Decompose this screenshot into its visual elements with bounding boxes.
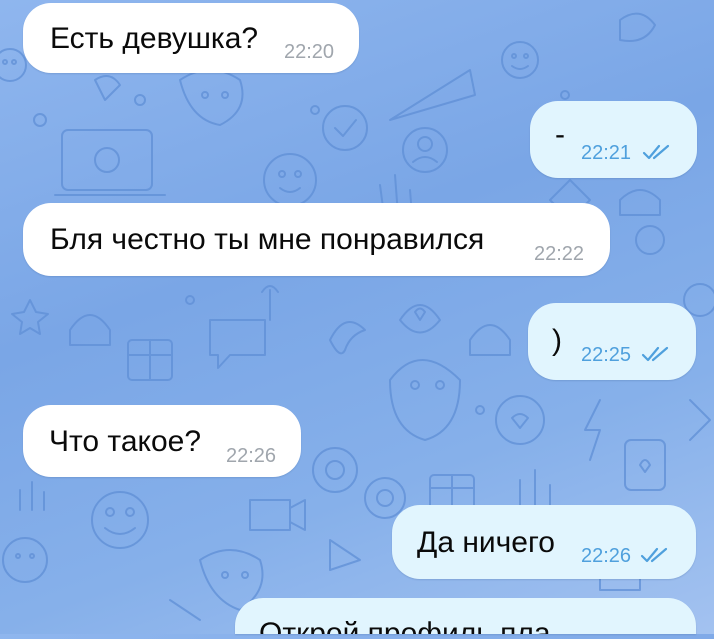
message-text: ) — [552, 324, 562, 357]
message-bubble-incoming[interactable]: Что такое? 22:26 — [23, 405, 301, 477]
message-bubble-outgoing[interactable]: Открой профиль пла — [235, 598, 696, 634]
message-bubble-outgoing[interactable]: ) 22:25 — [528, 303, 696, 380]
read-receipt-icon — [641, 346, 669, 362]
read-receipt-icon — [642, 144, 670, 160]
message-time: 22:20 — [284, 41, 335, 63]
message-bubble-incoming[interactable]: Бля честно ты мне понравился 22:22 — [23, 203, 610, 276]
message-bubble-outgoing[interactable]: - 22:21 — [530, 101, 697, 178]
message-text: Открой профиль пла — [259, 617, 551, 634]
message-text: Бля честно ты мне понравился — [50, 223, 485, 256]
message-text: Что такое? — [49, 425, 202, 458]
message-text: Да ничего — [417, 526, 555, 559]
message-time: 22:26 — [226, 445, 277, 467]
message-bubble-incoming[interactable]: Есть девушка? 22:20 — [23, 3, 359, 73]
message-time: 22:21 — [581, 142, 632, 164]
message-bubble-outgoing[interactable]: Да ничего 22:26 — [392, 505, 696, 579]
read-receipt-icon — [640, 547, 668, 563]
message-text: - — [555, 118, 565, 151]
message-time: 22:25 — [581, 344, 632, 366]
message-text: Есть девушка? — [50, 22, 259, 55]
message-time: 22:22 — [534, 243, 585, 265]
message-time: 22:26 — [581, 545, 632, 567]
